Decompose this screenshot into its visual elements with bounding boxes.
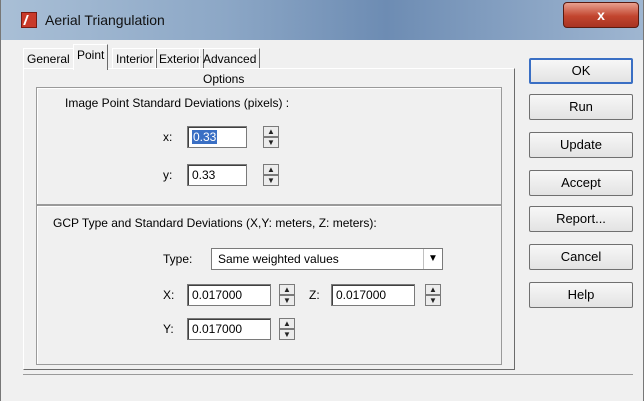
gcp-x-label: X: xyxy=(163,288,175,302)
close-icon: x xyxy=(597,7,605,23)
spin-down-icon[interactable]: ▼ xyxy=(425,295,441,306)
title-bar[interactable]: Aerial Triangulation x xyxy=(1,0,643,40)
tab-exterior[interactable]: Exterior xyxy=(155,48,205,68)
gcp-z-spinner[interactable]: ▲ ▼ xyxy=(425,284,441,306)
spin-down-icon[interactable]: ▼ xyxy=(279,295,295,306)
help-button[interactable]: Help xyxy=(529,282,633,308)
gcp-y-spinner[interactable]: ▲ ▼ xyxy=(279,318,295,340)
window-title: Aerial Triangulation xyxy=(45,12,165,28)
gcp-type-value: Same weighted values xyxy=(218,252,339,266)
cancel-button[interactable]: Cancel xyxy=(529,244,633,270)
report-button[interactable]: Report... xyxy=(529,206,633,232)
image-x-stddev-input[interactable]: 0.33 xyxy=(187,126,247,148)
y-label: y: xyxy=(163,168,173,182)
spin-up-icon[interactable]: ▲ xyxy=(263,164,279,175)
tab-interior[interactable]: Interior xyxy=(112,48,158,68)
gcp-y-stddev-input[interactable]: 0.017000 xyxy=(187,318,271,340)
gcp-heading: GCP Type and Standard Deviations (X,Y: m… xyxy=(53,216,377,230)
x-label: x: xyxy=(163,130,173,144)
point-tab-panel: Image Point Standard Deviations (pixels)… xyxy=(23,68,515,370)
run-button[interactable]: Run xyxy=(529,94,633,120)
app-icon xyxy=(21,12,37,28)
gcp-z-stddev-input[interactable]: 0.017000 xyxy=(331,284,415,306)
accept-button[interactable]: Accept xyxy=(529,170,633,196)
gcp-type-select[interactable]: Same weighted values ▼ xyxy=(211,248,443,270)
gcp-x-spinner[interactable]: ▲ ▼ xyxy=(279,284,295,306)
image-x-stddev-value: 0.33 xyxy=(192,130,218,144)
gcp-x-stddev-input[interactable]: 0.017000 xyxy=(187,284,271,306)
status-bar xyxy=(23,374,633,394)
gcp-y-label: Y: xyxy=(163,322,174,336)
image-y-stddev-input[interactable]: 0.33 xyxy=(187,164,247,186)
spin-down-icon[interactable]: ▼ xyxy=(263,137,279,148)
spin-down-icon[interactable]: ▼ xyxy=(279,329,295,340)
spin-up-icon[interactable]: ▲ xyxy=(425,284,441,295)
gcp-z-label: Z: xyxy=(309,288,320,302)
image-point-group: Image Point Standard Deviations (pixels)… xyxy=(36,87,502,205)
tab-advanced-options[interactable]: Advanced Options xyxy=(199,48,261,86)
tab-point[interactable]: Point xyxy=(73,44,109,70)
spin-up-icon[interactable]: ▲ xyxy=(279,318,295,329)
update-button[interactable]: Update xyxy=(529,132,633,158)
aerial-triangulation-dialog: Aerial Triangulation x General Point Int… xyxy=(0,0,644,401)
spin-down-icon[interactable]: ▼ xyxy=(263,175,279,186)
close-button[interactable]: x xyxy=(563,2,639,28)
ok-button[interactable]: OK xyxy=(529,58,633,84)
spin-up-icon[interactable]: ▲ xyxy=(263,126,279,137)
gcp-group: GCP Type and Standard Deviations (X,Y: m… xyxy=(36,205,502,365)
chevron-down-icon[interactable]: ▼ xyxy=(423,249,442,269)
image-x-spinner[interactable]: ▲ ▼ xyxy=(263,126,279,148)
image-point-heading: Image Point Standard Deviations (pixels)… xyxy=(65,96,290,110)
tab-general[interactable]: General xyxy=(23,48,74,68)
gcp-type-label: Type: xyxy=(163,252,193,266)
image-y-spinner[interactable]: ▲ ▼ xyxy=(263,164,279,186)
spin-up-icon[interactable]: ▲ xyxy=(279,284,295,295)
